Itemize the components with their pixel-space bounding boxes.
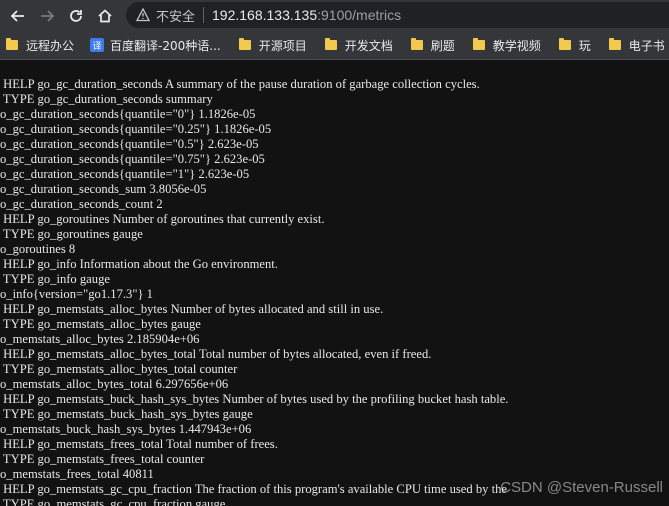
bookmark-label: 教学视频 xyxy=(492,38,541,53)
metrics-line: HELP go_memstats_buck_hash_sys_bytes Num… xyxy=(0,392,509,406)
metrics-line: o_gc_duration_seconds{quantile="0"} 1.18… xyxy=(0,107,256,121)
metrics-line: TYPE go_gc_duration_seconds summary xyxy=(0,92,213,106)
metrics-line: TYPE go_goroutines gauge xyxy=(0,227,143,241)
metrics-line: HELP go_memstats_frees_total Total numbe… xyxy=(0,437,278,451)
metrics-line: o_memstats_alloc_bytes 2.185904e+06 xyxy=(0,332,200,346)
url-text[interactable]: 192.168.133.135:9100/metrics xyxy=(212,7,401,23)
metrics-line: TYPE go_memstats_buck_hash_sys_bytes gau… xyxy=(0,407,253,421)
metrics-line: TYPE go_memstats_gc_cpu_fraction gauge xyxy=(0,497,226,506)
bookmark-folder[interactable]: 远程办公 xyxy=(6,31,74,59)
folder-icon xyxy=(558,38,571,50)
forward-button[interactable] xyxy=(36,5,58,27)
folder-icon xyxy=(608,38,621,50)
bookmark-label: 电子书 xyxy=(628,38,665,53)
metrics-line: TYPE go_info gauge xyxy=(0,272,110,286)
home-button[interactable] xyxy=(94,5,116,27)
forward-arrow-icon xyxy=(41,9,55,22)
back-button[interactable] xyxy=(7,5,29,27)
bookmark-folder[interactable]: 玩 xyxy=(558,31,591,59)
metrics-line: HELP go_memstats_alloc_bytes_total Total… xyxy=(0,347,432,361)
folder-icon xyxy=(472,38,485,50)
metrics-line: TYPE go_memstats_alloc_bytes_total count… xyxy=(0,362,238,376)
reload-button[interactable] xyxy=(65,5,87,27)
metrics-line: HELP go_goroutines Number of goroutines … xyxy=(0,212,325,226)
warning-icon[interactable] xyxy=(136,8,150,22)
metrics-text: HELP go_gc_duration_seconds A summary of… xyxy=(0,77,508,506)
fanyi-icon: 译 xyxy=(90,38,105,52)
metrics-line: HELP go_gc_duration_seconds A summary of… xyxy=(0,77,480,91)
url-path: :9100/metrics xyxy=(317,7,402,23)
metrics-line: HELP go_info Information about the Go en… xyxy=(0,257,278,271)
home-icon xyxy=(98,8,112,22)
metrics-line: o_gc_duration_seconds{quantile="0.75"} 2… xyxy=(0,152,265,166)
bookmark-folder[interactable]: 教学视频 xyxy=(472,31,541,59)
reload-icon xyxy=(70,9,82,22)
metrics-line: o_gc_duration_seconds{quantile="1"} 2.62… xyxy=(0,167,250,181)
folder-icon xyxy=(6,38,18,50)
bookmarks-bar: 远程办公 译 百度翻译-200种语... 开源项目 开发文档 刷题 教学视频 玩… xyxy=(0,31,669,60)
csdn-watermark: CSDN @Steven-Russell xyxy=(500,479,663,496)
metrics-line: o_gc_duration_seconds{quantile="0.5"} 2.… xyxy=(0,137,259,151)
metrics-line: o_gc_duration_seconds{quantile="0.25"} 1… xyxy=(0,122,272,136)
metrics-line: o_gc_duration_seconds_sum 3.8056e-05 xyxy=(0,182,207,196)
bookmark-label: 远程办公 xyxy=(26,38,75,53)
metrics-line: HELP go_memstats_alloc_bytes Number of b… xyxy=(0,302,384,316)
url-host: 192.168.133.135 xyxy=(212,7,318,23)
address-bar[interactable]: 不安全 192.168.133.135:9100/metrics xyxy=(126,2,669,28)
bookmark-folder[interactable]: 电子书 xyxy=(608,31,665,59)
folder-icon xyxy=(410,38,423,50)
metrics-line: TYPE go_memstats_frees_total counter xyxy=(0,452,205,466)
metrics-line: o_gc_duration_seconds_count 2 xyxy=(0,197,163,211)
bookmark-label: 开源项目 xyxy=(258,38,307,53)
bookmark-label: 开发文档 xyxy=(344,38,393,53)
metrics-line: o_info{version="go1.17.3"} 1 xyxy=(0,287,153,301)
bookmark-label: 玩 xyxy=(578,38,591,53)
bookmark-link[interactable]: 译 百度翻译-200种语... xyxy=(90,31,221,59)
bookmark-folder[interactable]: 开源项目 xyxy=(238,31,307,59)
bookmark-folder[interactable]: 刷题 xyxy=(410,31,455,59)
page-content: HELP go_gc_duration_seconds A summary of… xyxy=(0,60,669,506)
insecure-label[interactable]: 不安全 xyxy=(156,6,195,25)
metrics-line: TYPE go_memstats_alloc_bytes gauge xyxy=(0,317,201,331)
bookmark-label: 刷题 xyxy=(430,38,455,53)
metrics-line: HELP go_memstats_gc_cpu_fraction The fra… xyxy=(0,482,507,496)
metrics-line: o_memstats_buck_hash_sys_bytes 1.447943e… xyxy=(0,422,252,436)
bookmark-label: 百度翻译-200种语... xyxy=(110,38,221,53)
folder-icon xyxy=(238,38,251,50)
metrics-line: o_memstats_alloc_bytes_total 6.297656e+0… xyxy=(0,377,229,391)
back-arrow-icon xyxy=(10,9,24,22)
browser-toolbar: 不安全 192.168.133.135:9100/metrics xyxy=(0,0,669,31)
address-divider xyxy=(203,7,205,23)
bookmark-folder[interactable]: 开发文档 xyxy=(324,31,393,59)
metrics-line: o_goroutines 8 xyxy=(0,242,76,256)
metrics-line: o_memstats_frees_total 40811 xyxy=(0,467,154,481)
folder-icon xyxy=(324,38,337,50)
